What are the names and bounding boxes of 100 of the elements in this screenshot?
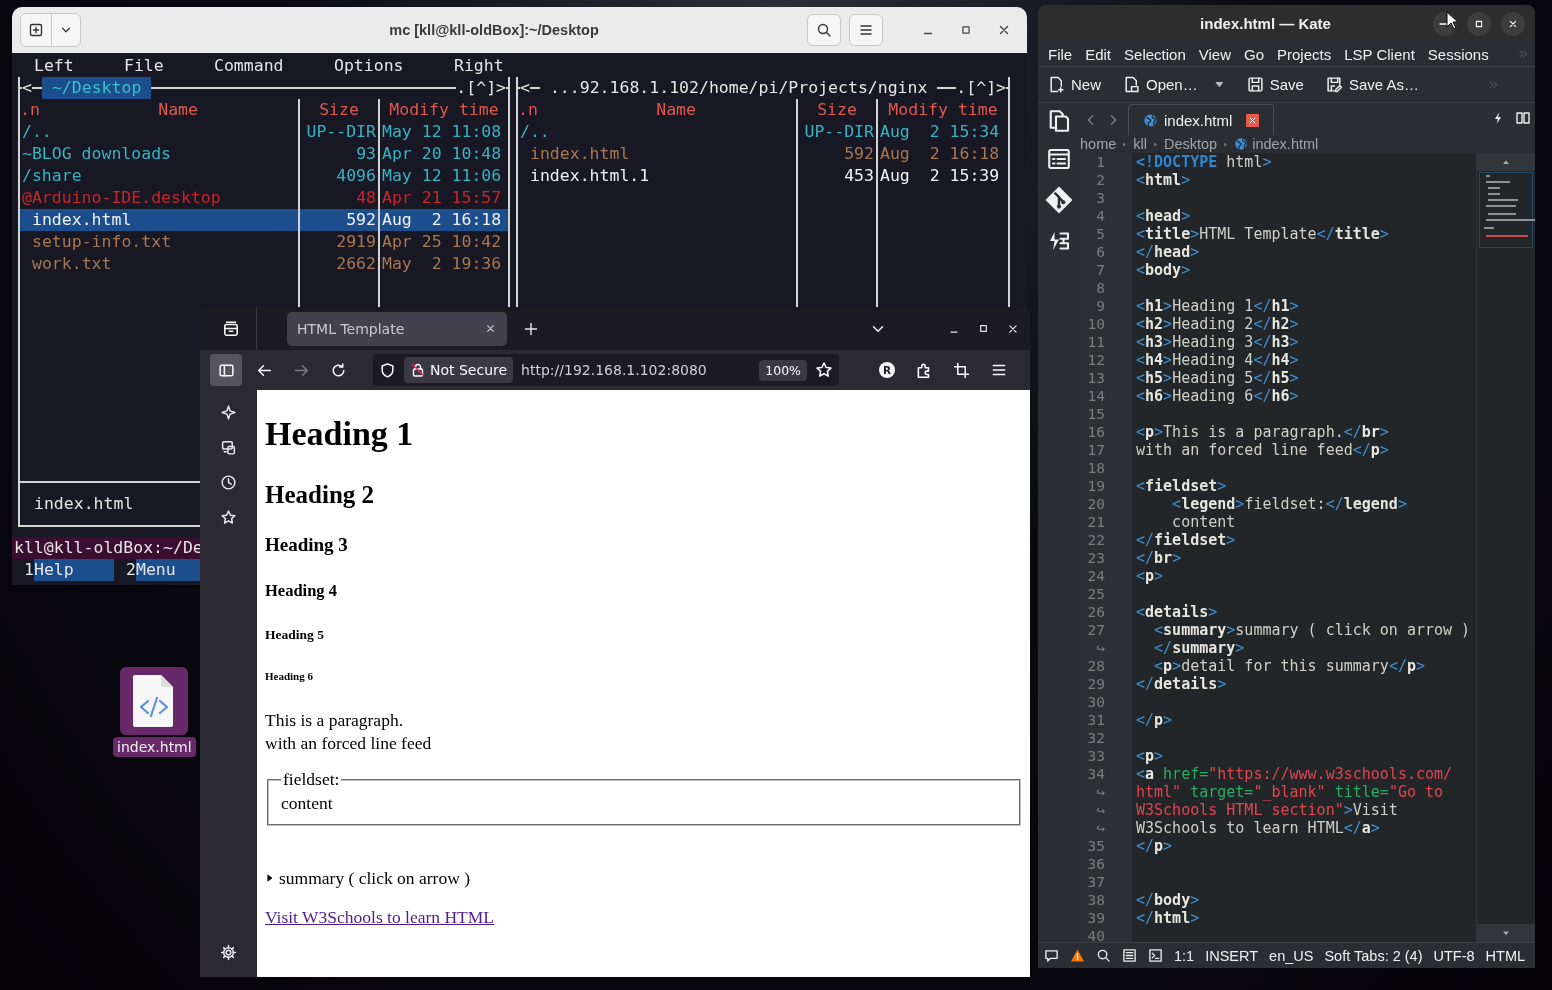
tab-title: index.html [1164,111,1233,129]
document-list-icon[interactable] [1122,948,1137,963]
page-link[interactable]: Visit W3Schools to learn HTML [265,906,495,928]
star-icon[interactable] [815,361,833,379]
bookmark-star-icon[interactable] [220,509,237,526]
menu-item[interactable]: Right [454,56,504,75]
code-line: </summary> [1153,639,1245,657]
file-row[interactable]: /.. [518,121,796,143]
tabs-overview-icon[interactable] [222,319,240,338]
menu-item[interactable]: Projects [1277,45,1332,63]
search-button[interactable] [807,14,841,46]
plus-icon[interactable] [523,320,539,337]
warning-icon[interactable] [1070,948,1085,963]
close-button[interactable] [1501,11,1525,36]
reload-icon[interactable] [330,361,347,379]
zoom-button[interactable]: 100% [759,359,807,381]
address-bar[interactable]: Not Secure http://192.168.1.102:8080 100% [373,354,839,386]
list-icon[interactable] [1047,147,1071,171]
line-number: 38 [1086,891,1106,909]
new-document-icon [1048,76,1065,93]
terminal-icon[interactable] [1148,948,1163,963]
new-tab-button[interactable] [20,13,81,47]
crop-icon[interactable] [953,361,970,379]
menu-item[interactable]: Left [34,56,74,75]
breadcrumb[interactable]: home [1080,136,1117,152]
status-item[interactable]: UTF-8 [1433,947,1475,964]
desktop-icon-label[interactable]: index.html [113,737,196,757]
breadcrumb[interactable]: kll [1133,136,1147,152]
menu-item[interactable]: Go [1244,45,1264,63]
file-row[interactable]: index.html.1 [518,165,796,187]
desktop-icon[interactable] [120,667,189,735]
breadcrumb[interactable]: index.html [1252,136,1319,152]
tab-title: HTML Template [297,320,406,337]
git-icon[interactable] [1044,185,1074,215]
line-number: 35 [1086,837,1106,855]
toolbar-button[interactable]: Save As… [1348,76,1419,93]
file-date: May 12 11:08 [381,121,503,143]
menu-button[interactable] [849,14,883,46]
lock-icon [410,362,426,378]
status-item[interactable]: 1:1 [1174,947,1195,964]
site-info-button[interactable]: Not Secure [404,357,514,383]
tab-close-button[interactable] [1246,113,1260,127]
sidebar-button[interactable] [210,354,242,386]
file-row[interactable]: index.html [518,143,796,165]
menu-item[interactable]: Selection [1124,45,1186,63]
line-number: 31 [1086,711,1106,729]
menu-item[interactable]: LSP Client [1344,45,1415,63]
minimap[interactable] [1479,172,1533,248]
status-item[interactable]: en_US [1269,947,1314,964]
summary-text[interactable]: summary ( click on arrow ) [279,867,470,889]
file-row[interactable]: /share [20,165,298,187]
file-size: 2919 [335,231,377,253]
disclosure-triangle-icon[interactable] [265,873,275,883]
split-view-icon[interactable] [1515,110,1531,126]
extension-badge[interactable]: R [879,362,895,378]
maximize-button[interactable] [1467,11,1491,36]
minimize-icon [1439,22,1451,25]
toolbar-button[interactable]: Save [1269,76,1304,93]
dropdown-caret-icon[interactable] [1213,79,1225,90]
documents-icon[interactable] [1047,109,1071,133]
function-key[interactable]: Help [34,559,114,581]
menu-item[interactable]: File [124,56,164,75]
file-name: work.txt [32,254,112,273]
code-line: <h3>Heading 3</h3> [1136,333,1299,351]
line-number: 28 [1086,657,1106,675]
devices-icon[interactable] [220,439,237,456]
sparkle-icon[interactable] [220,404,237,421]
file-row[interactable]: index.html [20,209,298,231]
shield-icon[interactable] [379,361,396,379]
bolt-tree-icon[interactable] [1047,229,1071,253]
file-name: index.html [32,210,132,229]
menu-item[interactable]: Sessions [1427,45,1489,63]
toolbar-button[interactable]: New [1071,76,1101,93]
menu-item[interactable]: View [1198,45,1231,63]
file-row[interactable]: work.txt [20,253,298,275]
settings-icon[interactable] [220,944,237,961]
toolbar-button[interactable]: Open… [1146,76,1198,93]
editor-tab[interactable]: index.html [1128,104,1275,135]
browser-tab[interactable]: HTML Template [287,311,507,346]
file-row[interactable]: ~BLOG downloads [20,143,298,165]
breadcrumb[interactable]: Desktop [1164,136,1218,152]
menu-item[interactable]: File [1048,45,1073,63]
menu-item[interactable]: Edit [1085,45,1112,63]
line-number: 33 [1086,747,1106,765]
line-number: 26 [1086,603,1106,621]
file-row[interactable]: /.. [20,121,298,143]
file-size: UP--DIR [305,121,377,143]
search-icon[interactable] [1096,948,1111,963]
file-row[interactable]: setup-info.txt [20,231,298,253]
status-item[interactable]: HTML [1485,947,1526,964]
history-icon[interactable] [220,474,237,491]
status-item[interactable]: INSERT [1205,947,1259,964]
chat-icon[interactable] [1044,948,1059,963]
function-key[interactable]: Menu [136,559,200,581]
menu-item[interactable]: Options [334,56,404,75]
menu-item[interactable]: Command [214,56,284,75]
maximize-icon[interactable] [977,322,990,335]
status-item[interactable]: Soft Tabs: 2 (4) [1324,947,1423,964]
file-name: /.. [520,122,550,141]
file-date: Aug 2 16:18 [879,143,1001,165]
